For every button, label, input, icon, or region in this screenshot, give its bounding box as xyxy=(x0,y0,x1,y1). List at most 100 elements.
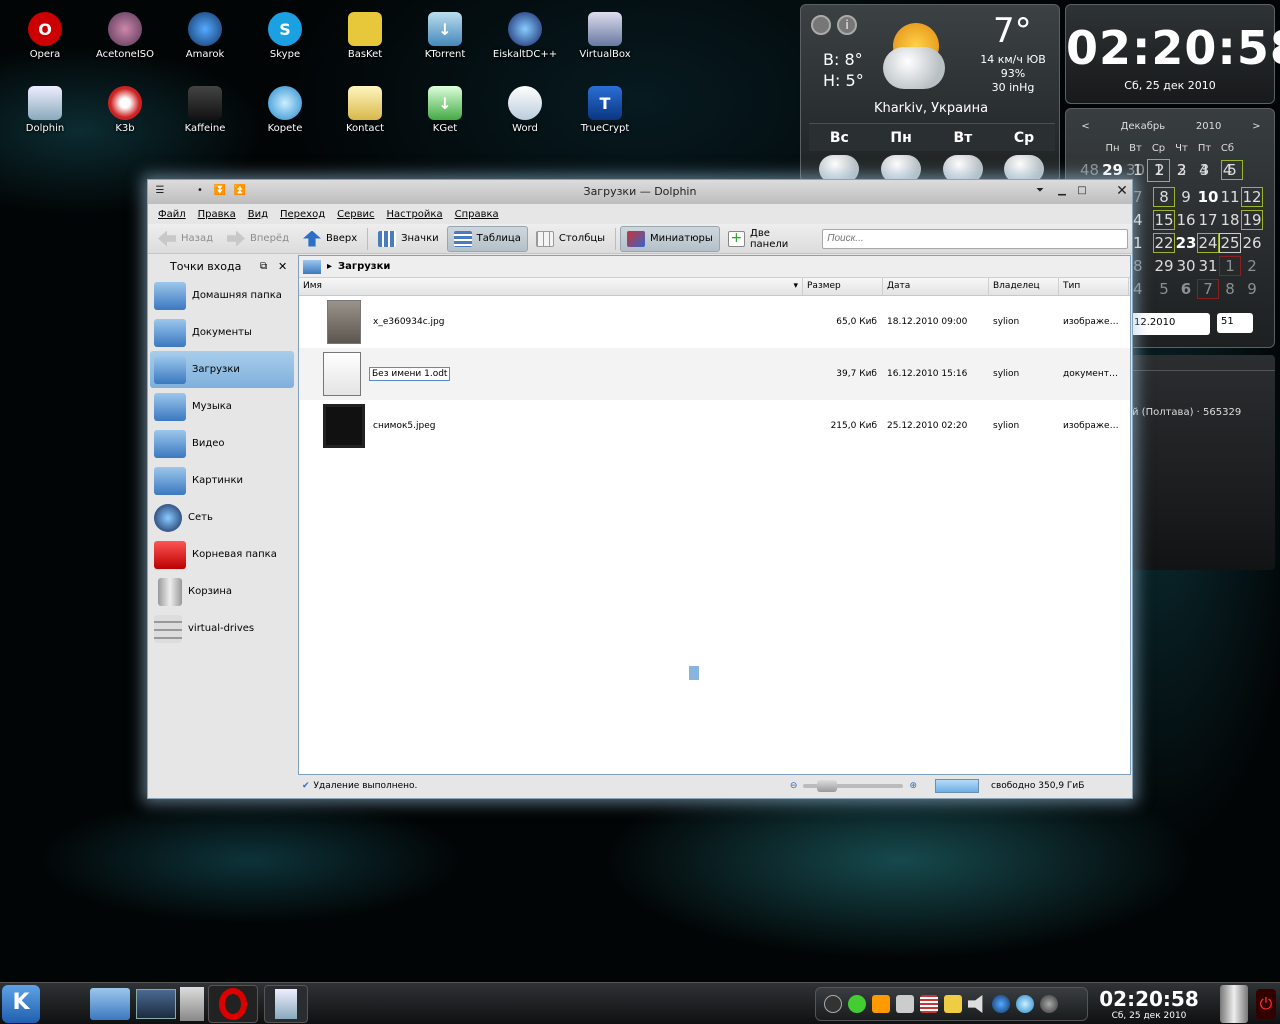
calendar-day[interactable]: 2 xyxy=(1241,257,1263,275)
calendar-visible-days[interactable]: 12345 7 8 9 10 11 12 4 15 16 17 18 19 1 22 23 24 25 26 … xyxy=(1133,158,1263,300)
desktop-icon-skype[interactable]: S Skype xyxy=(245,12,325,60)
calendar-day[interactable]: 29 xyxy=(1153,257,1175,275)
column-owner[interactable]: Владелец xyxy=(989,278,1059,295)
calendar-day[interactable]: 5 xyxy=(1221,159,1243,180)
desktop-icon-kopete[interactable]: Kopete xyxy=(245,86,325,134)
calendar-day[interactable]: 1 xyxy=(1133,161,1155,179)
kde-menu-button[interactable]: K xyxy=(2,985,40,1023)
close-panel-icon[interactable]: ✕ xyxy=(278,260,287,273)
calendar-week-spinbox[interactable]: 51 xyxy=(1217,313,1253,333)
calendar-day[interactable]: 22 xyxy=(1153,232,1175,253)
info-icon[interactable] xyxy=(824,995,842,1013)
place-videos[interactable]: Видео xyxy=(150,425,294,462)
calendar-day[interactable]: 5 xyxy=(1153,280,1175,298)
back-button[interactable]: Назад xyxy=(152,226,219,252)
desktop-pager-icon[interactable] xyxy=(136,989,176,1019)
calendar-day[interactable]: 24 xyxy=(1197,232,1219,253)
column-size[interactable]: Размер xyxy=(803,278,883,295)
calendar-day[interactable]: 4 xyxy=(1199,161,1221,179)
calendar-day[interactable]: 23 xyxy=(1175,234,1197,252)
desktop-icon-amarok[interactable]: Amarok xyxy=(165,12,245,60)
calendar-day-today[interactable]: 25 xyxy=(1219,232,1241,253)
menu-tools[interactable]: Сервис xyxy=(337,209,374,220)
calendar-date-input[interactable]: 12.2010 xyxy=(1130,313,1210,335)
trash-icon[interactable] xyxy=(1220,985,1248,1023)
rss-icon[interactable] xyxy=(872,995,890,1013)
breadcrumb-arrow-icon[interactable]: ▸ xyxy=(327,261,332,272)
rename-field[interactable]: Без имени 1.odt xyxy=(369,367,451,381)
calendar-day[interactable]: 3 xyxy=(1177,161,1199,179)
place-downloads[interactable]: Загрузки xyxy=(150,351,294,388)
desktop-icon-virtualbox[interactable]: VirtualBox xyxy=(565,12,645,60)
details-view-button[interactable]: Таблица xyxy=(446,225,528,252)
icons-view-button[interactable]: Значки xyxy=(372,226,445,252)
column-name[interactable]: Имя ▾ xyxy=(299,278,803,295)
dolphin-task-icon[interactable] xyxy=(264,985,308,1023)
info-icon[interactable]: i xyxy=(837,15,857,35)
menu-settings[interactable]: Настройка xyxy=(386,209,442,220)
zoom-slider[interactable] xyxy=(803,780,904,792)
place-virtual-drives[interactable]: virtual-drives xyxy=(150,610,294,647)
calendar-day[interactable]: 18 xyxy=(1219,211,1241,229)
calendar-day[interactable]: 11 xyxy=(1219,188,1241,206)
place-trash[interactable]: Корзина xyxy=(150,573,294,610)
menu-view[interactable]: Вид xyxy=(248,209,268,220)
notes-icon[interactable] xyxy=(944,995,962,1013)
place-pictures[interactable]: Картинки xyxy=(150,462,294,499)
opera-task-icon[interactable] xyxy=(208,985,258,1023)
desktop-icon-kaffeine[interactable]: Kaffeine xyxy=(165,86,245,134)
desktop-icon-basket[interactable]: BasKet xyxy=(325,12,405,60)
calendar-day[interactable]: 9 xyxy=(1241,280,1263,298)
calendar-prev-button[interactable]: < xyxy=(1081,121,1089,132)
calendar-day[interactable]: 19 xyxy=(1241,209,1263,230)
zoom-slider-handle[interactable] xyxy=(817,780,838,792)
calendar-day[interactable]: 26 xyxy=(1241,234,1263,252)
search-input[interactable] xyxy=(822,228,1128,249)
keyboard-layout-flag-icon[interactable] xyxy=(920,995,938,1013)
forward-button[interactable]: Вперёд xyxy=(221,226,295,252)
calendar-day[interactable]: 8 xyxy=(1133,257,1153,275)
split-view-button[interactable]: + Две панели xyxy=(722,226,814,252)
desktop-icon-word[interactable]: Word xyxy=(485,86,565,134)
folder-launcher-icon[interactable] xyxy=(90,988,130,1020)
desktop-icon-acetoneiso[interactable]: AcetoneISO xyxy=(85,12,165,60)
calendar-day[interactable]: 17 xyxy=(1197,211,1219,229)
shade-button[interactable]: ⏷ xyxy=(1032,184,1048,199)
zoom-out-icon[interactable]: ⊖ xyxy=(790,781,798,791)
amarok-tray-icon[interactable] xyxy=(992,995,1010,1013)
column-date[interactable]: Дата xyxy=(883,278,989,295)
minimize-button[interactable]: ▁ xyxy=(1054,184,1070,199)
close-button[interactable]: ✕ xyxy=(1114,184,1130,199)
calendar-day[interactable]: 4 xyxy=(1133,211,1153,229)
desktop-icon-opera[interactable]: O Opera xyxy=(5,12,85,60)
place-network[interactable]: Сеть xyxy=(150,499,294,536)
zoom-in-icon[interactable]: ⊕ xyxy=(909,781,917,791)
desktop-icon-ktorrent[interactable]: ↓ KTorrent xyxy=(405,12,485,60)
menu-go[interactable]: Переход xyxy=(280,209,325,220)
calendar-month[interactable]: Декабрь xyxy=(1121,121,1166,132)
calendar-day[interactable]: 7 xyxy=(1133,188,1153,206)
desktop-icon-kontact[interactable]: Kontact xyxy=(325,86,405,134)
preview-button[interactable]: Миниатюры xyxy=(620,225,720,252)
calendar-day[interactable]: 30 xyxy=(1175,257,1197,275)
desktop-icon-eiskaltdc[interactable]: EiskaltDC++ xyxy=(485,12,565,60)
place-documents[interactable]: Документы xyxy=(150,314,294,351)
file-row[interactable]: x_e360934c.jpg 65,0 Киб 18.12.2010 09:00… xyxy=(299,296,1130,348)
notes-widget[interactable]: й (Полтава) · 565329 xyxy=(1132,355,1275,570)
calendar-day[interactable]: 6 xyxy=(1175,280,1197,298)
calendar-day[interactable]: 8 xyxy=(1153,186,1175,207)
device-notifier-icon[interactable] xyxy=(1040,995,1058,1013)
file-row[interactable]: снимок5.jpeg 215,0 Киб 25.12.2010 02:20 … xyxy=(299,400,1130,452)
clock-widget[interactable]: 02:20:58 Сб, 25 дек 2010 xyxy=(1065,4,1280,104)
place-root[interactable]: Корневая папка xyxy=(150,536,294,573)
desktop-icon-truecrypt[interactable]: T TrueCrypt xyxy=(565,86,645,134)
calendar-day[interactable]: 2 xyxy=(1155,161,1177,179)
breadcrumb-item[interactable]: Загрузки xyxy=(338,261,390,272)
calendar-day[interactable]: 8 xyxy=(1219,280,1241,298)
breadcrumb[interactable]: ▸ Загрузки xyxy=(299,256,1130,278)
update-checkmark-icon[interactable] xyxy=(848,995,866,1013)
kopete-tray-icon[interactable] xyxy=(1016,995,1034,1013)
up-button[interactable]: Вверх xyxy=(297,226,363,252)
desktop-icon-kget[interactable]: ↓ KGet xyxy=(405,86,485,134)
place-home[interactable]: Домашняя папка xyxy=(150,277,294,314)
